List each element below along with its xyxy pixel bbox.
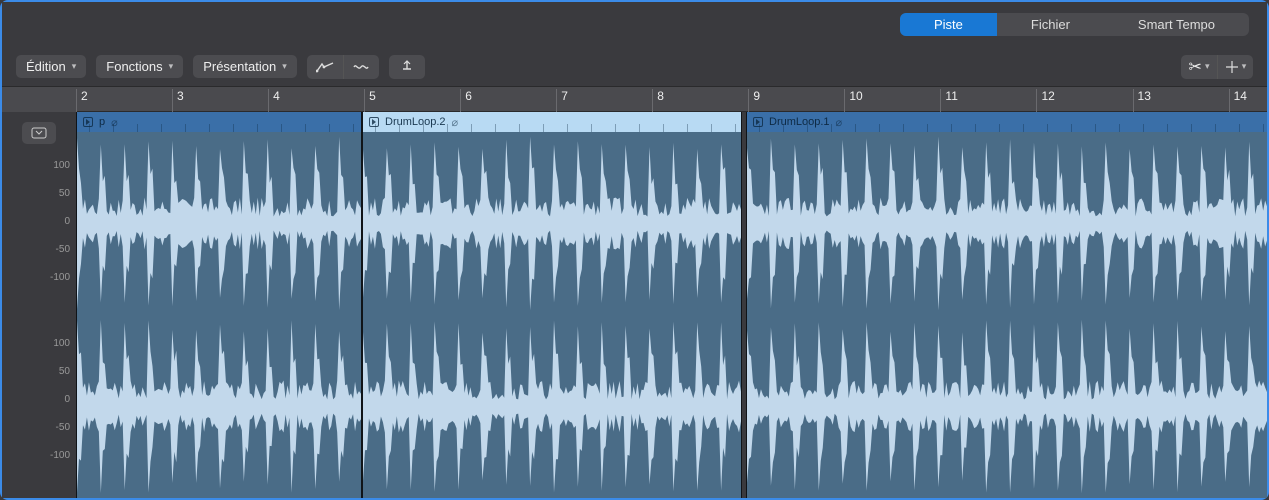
amplitude-scale-top: 100500-50-100 (50, 152, 70, 292)
chevron-down-icon: ▾ (72, 61, 77, 72)
audio-region[interactable]: p⌀ (76, 112, 362, 498)
stereo-icon: ⌀ (111, 116, 118, 129)
bar-ruler[interactable]: 2 3 4 5 6 7 8 9 10 11 12 13 14 (76, 87, 1267, 112)
ruler-mark: 13 (1133, 89, 1151, 112)
audio-region[interactable]: DrumLoop.1 ⌀ (746, 112, 1267, 498)
tool-selectors: ✂ ▾ ▾ (1181, 55, 1253, 79)
waveform (747, 132, 1267, 315)
ruler-mark: 12 (1036, 89, 1054, 112)
waveform (747, 315, 1267, 498)
region-name: DrumLoop.2 (385, 116, 446, 128)
automation-flex-group (307, 55, 379, 79)
flex-toggle-icon[interactable] (343, 55, 379, 79)
stereo-icon: ⌀ (452, 116, 459, 129)
tab-file[interactable]: Fichier (997, 13, 1104, 36)
track-gutter: 100500-50-100 100500-50-100 (2, 112, 76, 498)
catch-button-icon[interactable] (22, 122, 56, 144)
ruler-mark: 6 (460, 89, 472, 112)
view-menu[interactable]: Présentation ▾ (193, 55, 297, 78)
chevron-down-icon: ▾ (282, 61, 287, 72)
primary-tool-scissors[interactable]: ✂ ▾ (1181, 55, 1217, 79)
play-region-icon (83, 117, 93, 127)
chevron-down-icon: ▾ (1205, 61, 1210, 72)
edit-menu-label: Édition (26, 59, 66, 74)
regions-lane[interactable]: ✂ p⌀DrumLoop.2⌀DrumLoop.1⌀ (76, 112, 1267, 498)
ruler-mark: 4 (268, 89, 280, 112)
automation-toggle-icon[interactable] (307, 55, 343, 79)
play-region-icon (753, 117, 763, 127)
crosshair-icon (1225, 60, 1239, 74)
waveform (77, 315, 361, 498)
tab-track[interactable]: Piste (900, 13, 997, 36)
tab-smart-tempo[interactable]: Smart Tempo (1104, 13, 1249, 36)
region-header[interactable]: p⌀ (77, 112, 361, 132)
stereo-icon: ⌀ (836, 116, 843, 129)
ruler-mark: 10 (844, 89, 862, 112)
region-header[interactable]: DrumLoop.1 ⌀ (747, 112, 1267, 132)
ruler-mark: 7 (556, 89, 568, 112)
region-name: p (99, 116, 105, 128)
functions-menu[interactable]: Fonctions ▾ (96, 55, 183, 78)
ruler-mark: 9 (748, 89, 760, 112)
waveform (363, 315, 741, 498)
track-area: 100500-50-100 100500-50-100 ✂ p⌀DrumLoop… (2, 112, 1267, 498)
ruler-mark: 11 (940, 89, 957, 112)
view-menu-label: Présentation (203, 59, 276, 74)
ruler-mark: 14 (1229, 89, 1247, 112)
region-name: DrumLoop.1 (769, 116, 830, 128)
play-region-icon (369, 117, 379, 127)
ruler-mark: 5 (364, 89, 376, 112)
ruler-mark: 3 (172, 89, 184, 112)
audio-region[interactable]: DrumLoop.2 ⌀ (362, 112, 742, 498)
secondary-tool-crosshair[interactable]: ▾ (1217, 55, 1253, 79)
view-tabs: Piste Fichier Smart Tempo (900, 13, 1249, 36)
catch-playhead-icon[interactable] (389, 55, 425, 79)
ruler-mark: 8 (652, 89, 664, 112)
edit-menu[interactable]: Édition ▾ (16, 55, 86, 78)
waveform (363, 132, 741, 315)
functions-menu-label: Fonctions (106, 59, 162, 74)
top-bar: Piste Fichier Smart Tempo (2, 2, 1267, 47)
ruler-row: 2 3 4 5 6 7 8 9 10 11 12 13 14 (2, 87, 1267, 112)
toolbar: Édition ▾ Fonctions ▾ Présentation ▾ ✂ ▾… (2, 47, 1267, 87)
region-header[interactable]: DrumLoop.2 ⌀ (363, 112, 741, 132)
chevron-down-icon: ▾ (169, 61, 174, 72)
scissors-icon: ✂ (1189, 57, 1202, 77)
ruler-mark: 2 (76, 89, 88, 112)
amplitude-scale-bottom: 100500-50-100 (50, 330, 70, 470)
chevron-down-icon: ▾ (1242, 61, 1247, 72)
waveform (77, 132, 361, 315)
